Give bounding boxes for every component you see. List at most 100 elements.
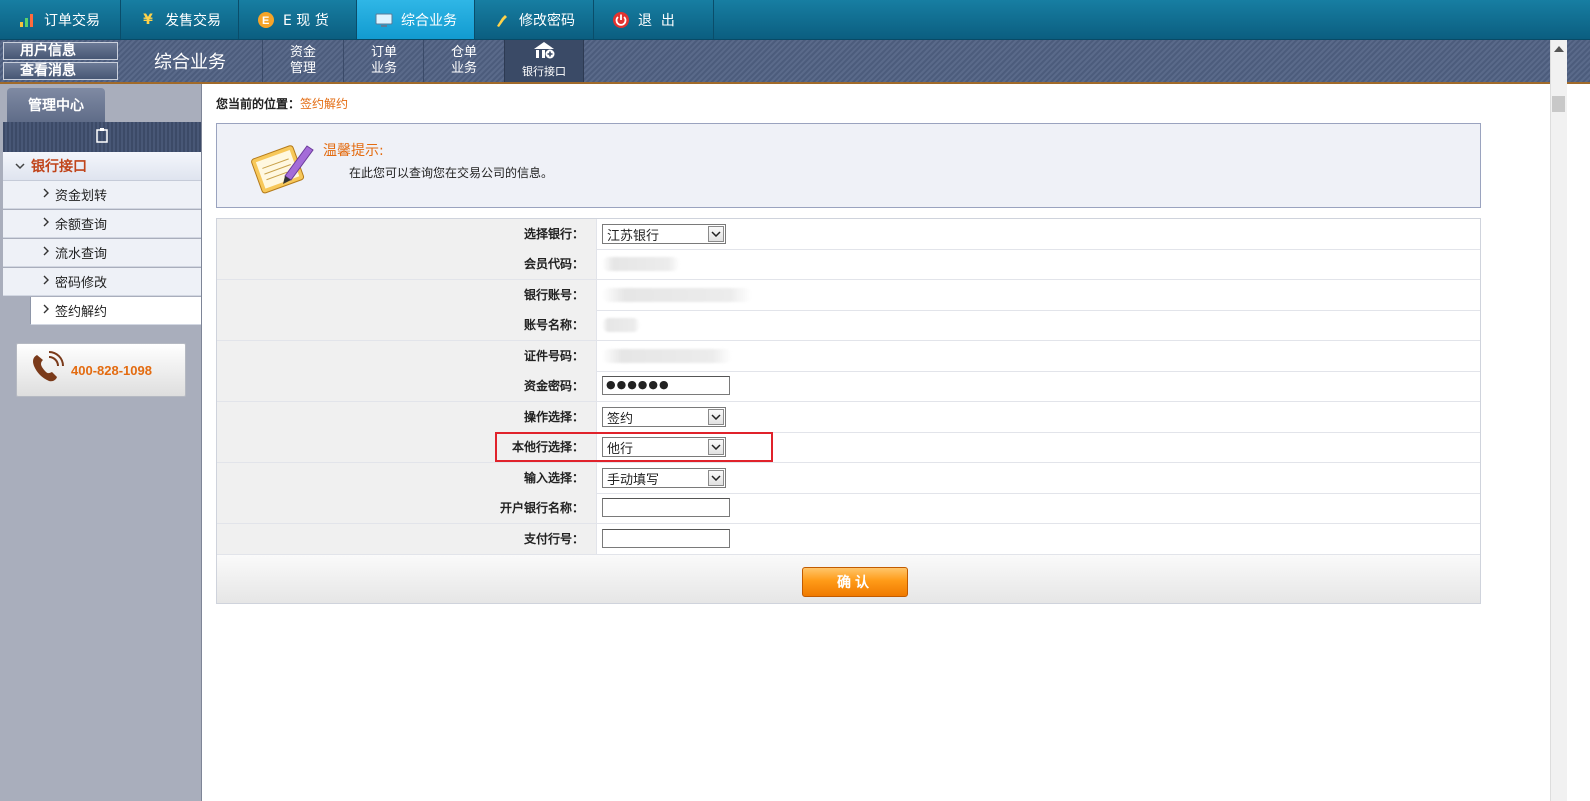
sidebar-item-label: 签约解约 — [55, 305, 108, 320]
power-icon — [612, 11, 630, 29]
tip-text: 在此您可以查询您在交易公司的信息。 — [349, 166, 554, 180]
form-row-pay-no: 支付行号： — [217, 524, 1480, 555]
tab-change-password[interactable]: 修改密码 — [475, 0, 594, 39]
subnav-label: 仓单业务 — [450, 45, 477, 76]
form-row-fund-password: 资金密码： ●●●●●● — [217, 371, 1480, 402]
clipboard-icon[interactable] — [94, 127, 110, 147]
tab-label: 订单交易 — [44, 12, 100, 29]
operation-select-value: 签约 — [607, 411, 634, 427]
form-row-account-name: 账号名称： — [217, 310, 1480, 341]
id-no-redacted — [602, 349, 732, 363]
breadcrumb: 您当前的位置：签约解约 — [216, 95, 348, 112]
hotline-number: 400-828-1098 — [71, 362, 152, 378]
chevron-down-icon — [708, 470, 724, 486]
subnav-label: 订单业务 — [370, 45, 397, 76]
subnav-bank-interface[interactable]: 银行接口 — [504, 40, 584, 82]
sidebar-item-label: 密码修改 — [55, 276, 108, 291]
svg-text:E: E — [262, 15, 269, 27]
sidebar-group-bank-interface[interactable]: 银行接口 — [3, 152, 201, 181]
highlight-box — [495, 432, 773, 462]
input-mode-select[interactable]: 手动填写 — [602, 468, 726, 488]
pay-no-input[interactable] — [602, 529, 730, 548]
phone-icon — [29, 351, 65, 389]
form-row-member-code: 会员代码： — [217, 249, 1480, 280]
form-row-input-mode: 输入选择： 手动填写 — [217, 463, 1480, 494]
hotline-box: 400-828-1098 — [16, 343, 186, 397]
chevron-right-icon — [43, 274, 49, 289]
scroll-thumb[interactable] — [1552, 96, 1565, 112]
bank-label: 选择银行： — [217, 219, 597, 249]
chevron-right-icon — [43, 245, 49, 260]
breadcrumb-current: 签约解约 — [300, 97, 349, 111]
tab-label: 修改密码 — [519, 12, 575, 29]
tab-label: 退 出 — [638, 12, 675, 29]
form-row-bank: 选择银行： 江苏银行 — [217, 219, 1480, 250]
yen-icon: ¥ — [143, 11, 153, 28]
bank-icon — [532, 40, 556, 63]
view-messages-button[interactable]: 查看消息 — [3, 62, 118, 80]
sidebar-item-balance-query[interactable]: 余额查询 — [3, 210, 201, 238]
subnav-label: 银行接口 — [522, 65, 566, 78]
sign-form: 选择银行： 江苏银行 会员代码： 银行账号： 账号名称： 证件号码： 资金密码：… — [216, 218, 1481, 604]
bar-chart-icon — [18, 11, 36, 29]
form-row-account-no: 银行账号： — [217, 280, 1480, 311]
scroll-up-icon[interactable] — [1554, 46, 1564, 52]
subnav-order-business[interactable]: 订单业务 — [343, 40, 424, 82]
sidebar-header — [3, 122, 201, 152]
bank-select[interactable]: 江苏银行 — [602, 224, 726, 244]
id-no-label: 证件号码： — [217, 341, 597, 371]
form-row-id-no: 证件号码： — [217, 341, 1480, 372]
sub-bar: 用户信息 查看消息 综合业务 资金管理 订单业务 仓单业务 银行接口 — [0, 40, 1590, 84]
tab-label: E 现 货 — [283, 12, 329, 29]
tab-integrated-business[interactable]: 综合业务 — [357, 0, 475, 39]
operation-select[interactable]: 签约 — [602, 407, 726, 427]
sidebar-item-statement-query[interactable]: 流水查询 — [3, 239, 201, 267]
sidebar-item-label: 流水查询 — [55, 247, 108, 262]
form-row-open-bank: 开户银行名称： — [217, 493, 1480, 524]
monitor-icon — [375, 11, 393, 29]
chevron-down-icon — [15, 158, 25, 174]
sidebar-item-sign-unsign[interactable]: 签约解约 — [30, 297, 201, 325]
account-no-label: 银行账号： — [217, 280, 597, 310]
form-row-bank-type: 本他行选择： 他行 — [217, 432, 1480, 463]
tab-order-trading[interactable]: 订单交易 — [0, 0, 121, 39]
chevron-right-icon — [43, 303, 49, 318]
notepad-pencil-icon — [245, 136, 317, 202]
fund-password-input[interactable]: ●●●●●● — [602, 376, 730, 395]
open-bank-label: 开户银行名称： — [217, 493, 597, 523]
sidebar-item-password-change[interactable]: 密码修改 — [3, 268, 201, 296]
management-center-tab[interactable]: 管理中心 — [7, 88, 105, 122]
e-circle-icon: E — [257, 11, 275, 29]
chevron-right-icon — [43, 216, 49, 231]
chevron-right-icon — [43, 187, 49, 202]
account-name-label: 账号名称： — [217, 310, 597, 340]
subnav-label: 资金管理 — [289, 45, 316, 76]
user-info-button[interactable]: 用户信息 — [3, 42, 118, 60]
input-mode-label: 输入选择： — [217, 463, 597, 493]
tab-label: 综合业务 — [401, 12, 457, 29]
open-bank-input[interactable] — [602, 498, 730, 517]
member-code-redacted — [602, 257, 680, 271]
breadcrumb-prefix: 您当前的位置： — [216, 97, 301, 111]
tip-box: 温馨提示: 在此您可以查询您在交易公司的信息。 — [216, 123, 1481, 208]
sidebar-item-fund-transfer[interactable]: 资金划转 — [3, 181, 201, 209]
sidebar-item-label: 余额查询 — [55, 218, 108, 233]
subnav-warehouse-business[interactable]: 仓单业务 — [423, 40, 504, 82]
top-nav: 订单交易 ¥ 发售交易 E E 现 货 综合业务 修改密码 退 出 — [0, 0, 1590, 40]
scrollbar[interactable] — [1550, 40, 1567, 801]
confirm-button[interactable]: 确认 — [802, 567, 908, 597]
subnav-fund-management[interactable]: 资金管理 — [262, 40, 343, 82]
form-row-operation: 操作选择： 签约 — [217, 402, 1480, 433]
button-row: 确认 — [217, 555, 1480, 603]
account-no-redacted — [602, 288, 752, 302]
tab-issue-trading[interactable]: ¥ 发售交易 — [121, 0, 239, 39]
account-name-redacted — [602, 318, 640, 332]
input-mode-select-value: 手动填写 — [607, 472, 660, 488]
section-title: 综合业务 — [154, 52, 226, 73]
operation-label: 操作选择： — [217, 402, 597, 432]
tab-logout[interactable]: 退 出 — [594, 0, 714, 39]
sidebar: 管理中心 银行接口 资金划转 余额查询 流水查询 密码修改 签约解约 400-8… — [0, 84, 202, 801]
pay-no-label: 支付行号： — [217, 524, 597, 554]
tip-title: 温馨提示: — [323, 143, 384, 159]
tab-e-spot[interactable]: E E 现 货 — [239, 0, 357, 39]
